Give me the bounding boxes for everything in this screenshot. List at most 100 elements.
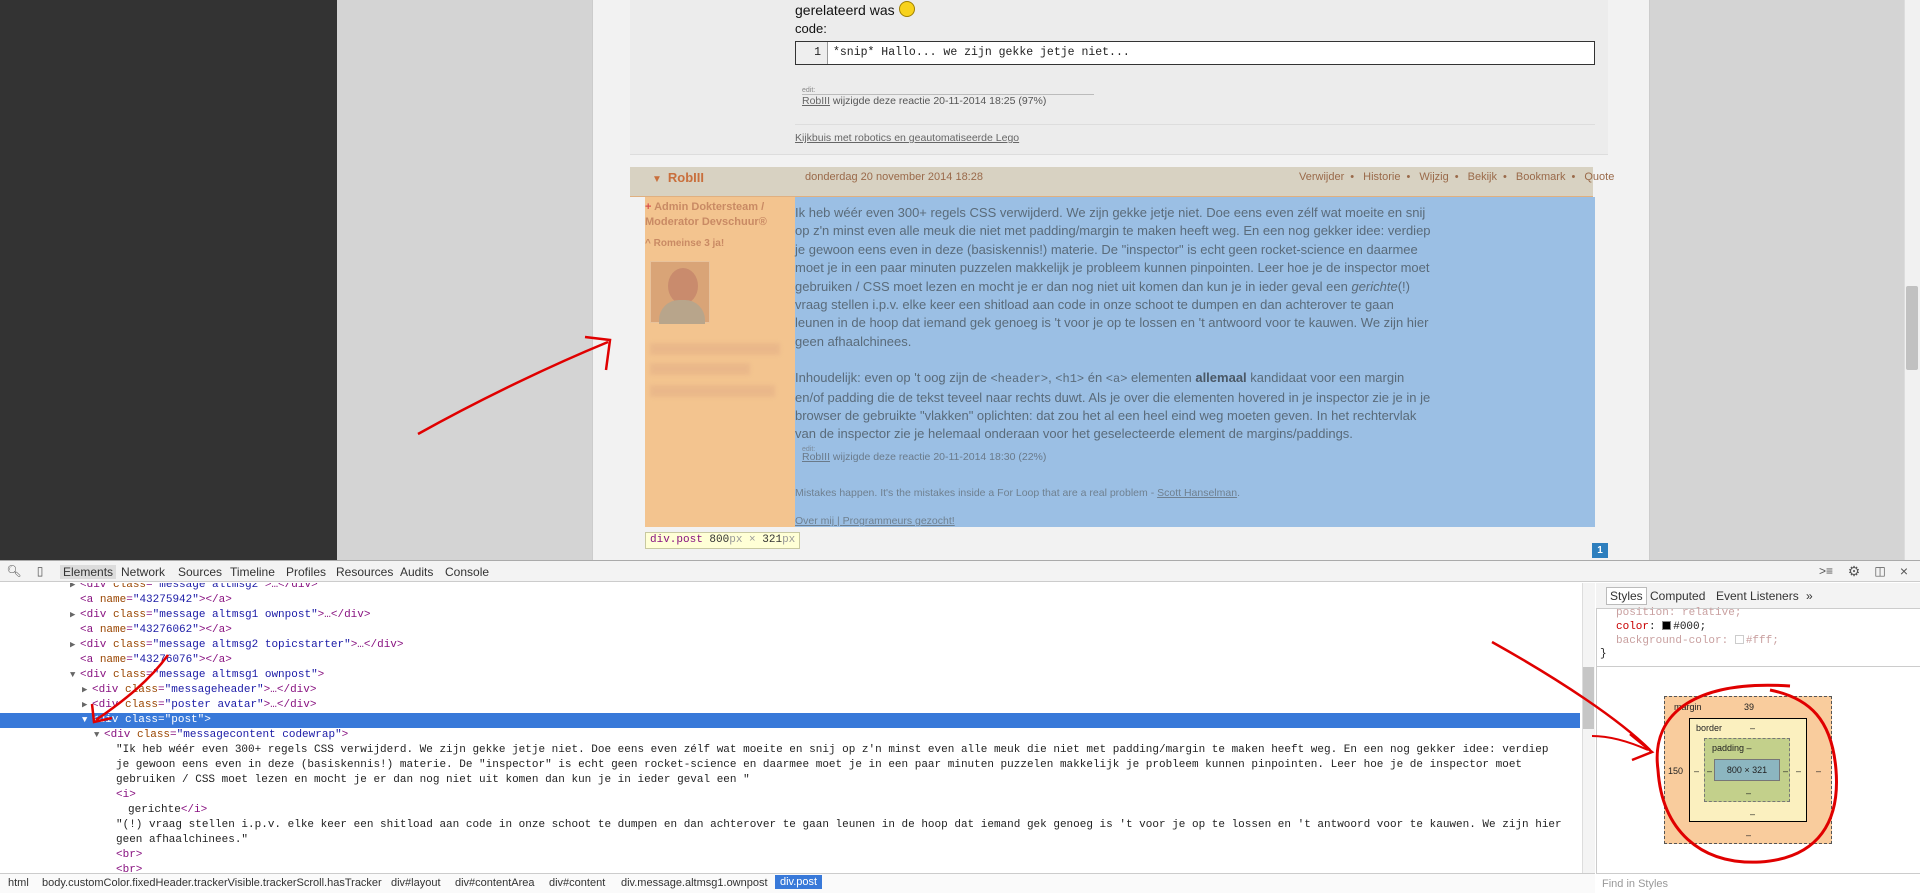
signature-link[interactable]: Scott Hanselman (1157, 487, 1237, 499)
breadcrumb: html body.customColor.fixedHeader.tracke… (0, 873, 1595, 893)
search-icon[interactable]: 🔍︎ (6, 563, 22, 579)
action-quote[interactable]: Quote (1584, 171, 1614, 183)
breadcrumb-content[interactable]: div#content (549, 877, 605, 889)
dom-node[interactable]: <br> (0, 848, 1580, 863)
post-edit-line: RobIII wijzigde deze reactie 20-11-2014 … (802, 451, 1046, 463)
post-date: donderdag 20 november 2014 18:28 (805, 171, 983, 183)
poster-role: + Admin Doktersteam / (645, 200, 764, 215)
dom-text-node[interactable]: "Ik heb wéér even 300+ regels CSS verwij… (116, 743, 1566, 788)
tab-elements[interactable]: Elements (60, 565, 117, 579)
action-edit[interactable]: Wijzig (1419, 171, 1448, 183)
action-delete[interactable]: Verwijder (1299, 171, 1344, 183)
dom-node[interactable]: ▶ <div class="message altmsg2 topicstarte… (0, 638, 1580, 653)
programmers-wanted-link[interactable]: Programmeurs gezocht! (843, 515, 955, 527)
collapse-arrow-icon[interactable]: ▼ (652, 174, 662, 185)
padding-right-value[interactable]: – (1783, 766, 1788, 776)
poster-role-line1: Admin Doktersteam / (654, 201, 765, 213)
color-swatch-icon[interactable] (1662, 621, 1672, 630)
border-right-value[interactable]: – (1796, 766, 1801, 776)
close-icon[interactable]: × (1896, 563, 1912, 579)
margin-right-value[interactable]: – (1816, 766, 1821, 776)
author-name[interactable]: RobIII (668, 170, 704, 185)
breadcrumb-message[interactable]: div.message.altmsg1.ownpost (621, 877, 768, 889)
gear-icon[interactable]: ⚙ (1846, 563, 1862, 579)
tab-console[interactable]: Console (445, 565, 489, 579)
dom-node[interactable]: ▶ <div class="poster avatar">…</div> (0, 698, 1580, 713)
border-bottom-value[interactable]: – (1750, 809, 1755, 819)
inspector-tooltip: div.post 800px × 321px (645, 532, 801, 549)
code-line-number: 1 (796, 42, 828, 64)
action-bookmark[interactable]: Bookmark (1516, 171, 1566, 183)
bold-text: allemaal (1195, 370, 1247, 386)
padding-bottom-value[interactable]: – (1746, 788, 1751, 798)
margin-left-value[interactable]: 150 (1668, 766, 1683, 776)
post-author[interactable]: ▼ RobIII (652, 170, 704, 185)
dom-node-selected[interactable]: ▼ <div class="post"> (0, 713, 1580, 728)
mobile-device-icon[interactable]: ▯ (32, 563, 48, 579)
dom-node[interactable]: ▶ <div class="messageheader">…</div> (0, 683, 1580, 698)
tab-profiles[interactable]: Profiles (286, 565, 326, 579)
elements-scrollbar-thumb[interactable] (1583, 667, 1594, 729)
breadcrumb-html[interactable]: html (8, 877, 29, 889)
dom-text-node[interactable]: "(!) vraag stellen i.p.v. elke keer een … (116, 818, 1566, 848)
breadcrumb-body[interactable]: body.customColor.fixedHeader.trackerVisi… (42, 877, 382, 889)
dom-node[interactable]: <a name="43276062"></a> (0, 623, 1580, 638)
border-left-value[interactable]: – (1694, 766, 1699, 776)
dom-node[interactable]: <a name="43275942"></a> (0, 593, 1580, 608)
inline-code: <header> (990, 372, 1049, 387)
avatar[interactable] (650, 261, 710, 324)
tab-resources[interactable]: Resources (336, 565, 393, 579)
post-paragraph-1: Ik heb wéér even 300+ regels CSS verwijd… (795, 204, 1435, 351)
dom-node[interactable]: ▼ <div class="messagecontent codewrap"> (0, 728, 1580, 743)
box-model-content[interactable]: 800 × 321 (1714, 759, 1780, 781)
italic-text: gerichte (1351, 278, 1398, 294)
action-view[interactable]: Bekijk (1468, 171, 1497, 183)
dom-node[interactable]: gerichte</i> (0, 803, 1580, 818)
breadcrumb-contentarea[interactable]: div#contentArea (455, 877, 535, 889)
color-swatch-icon[interactable] (1734, 635, 1744, 644)
edit-user-link[interactable]: RobIII (802, 451, 830, 463)
dom-node[interactable]: <br> (0, 863, 1580, 873)
page-scrollbar-thumb[interactable] (1906, 286, 1918, 370)
dock-icon[interactable]: ◫ (1872, 563, 1888, 579)
margin-top-value[interactable]: 39 (1744, 702, 1754, 712)
tab-timeline[interactable]: Timeline (230, 565, 275, 579)
dom-node[interactable]: ▶ <div class="message altmsg1 ownpost">…<… (0, 608, 1580, 623)
breadcrumb-layout[interactable]: div#layout (391, 877, 441, 889)
page-number-badge[interactable]: 1 (1592, 543, 1608, 558)
padding-left-value[interactable]: – (1707, 766, 1712, 776)
elements-tree[interactable]: ▶ <div class="message altmsg2">…</div> <a… (0, 583, 1582, 873)
action-history[interactable]: Historie (1363, 171, 1400, 183)
more-tabs-icon[interactable]: » (1806, 589, 1813, 603)
css-property[interactable]: background-color: #fff; (1616, 635, 1779, 647)
css-property[interactable]: color: #000; (1616, 621, 1706, 633)
dom-node[interactable]: ▼ <div class="message altmsg1 ownpost"> (0, 668, 1580, 683)
dom-node[interactable]: ▶ <div class="message altmsg2">…</div> (0, 583, 1580, 593)
blurred-poster-info (650, 363, 750, 375)
console-drawer-icon[interactable]: >≡ (1818, 563, 1834, 579)
tab-audits[interactable]: Audits (400, 565, 433, 579)
dom-node[interactable]: <i> (0, 788, 1580, 803)
unit: px (782, 534, 796, 546)
css-rule-close: } (1600, 648, 1607, 660)
page-scrollbar[interactable] (1904, 0, 1920, 560)
page-right-gutter (1650, 0, 1904, 560)
post-signature: Mistakes happen. It's the mistakes insid… (795, 487, 1240, 499)
tab-computed[interactable]: Computed (1650, 589, 1705, 603)
tab-event-listeners[interactable]: Event Listeners (1716, 589, 1799, 603)
margin-bottom-value[interactable]: – (1746, 830, 1751, 840)
tab-styles[interactable]: Styles (1606, 587, 1647, 605)
css-property[interactable]: position: relative; (1616, 607, 1741, 619)
about-me-link[interactable]: Over mij (795, 515, 834, 527)
tab-network[interactable]: Network (121, 565, 165, 579)
tab-sources[interactable]: Sources (178, 565, 222, 579)
sep: • (1350, 171, 1355, 183)
border-top-value[interactable]: – (1750, 723, 1755, 733)
find-in-styles-input[interactable]: Find in Styles (1596, 873, 1920, 893)
edit-user-link[interactable]: RobIII (802, 95, 830, 107)
breadcrumb-post[interactable]: div.post (775, 875, 823, 889)
padding-label[interactable]: padding – (1712, 743, 1752, 753)
prev-signature-link[interactable]: Kijkbuis met robotics en geautomatiseerd… (795, 132, 1019, 144)
dom-node[interactable]: <a name="43276076"></a> (0, 653, 1580, 668)
text: Mistakes happen. It's the mistakes insid… (795, 487, 1158, 499)
